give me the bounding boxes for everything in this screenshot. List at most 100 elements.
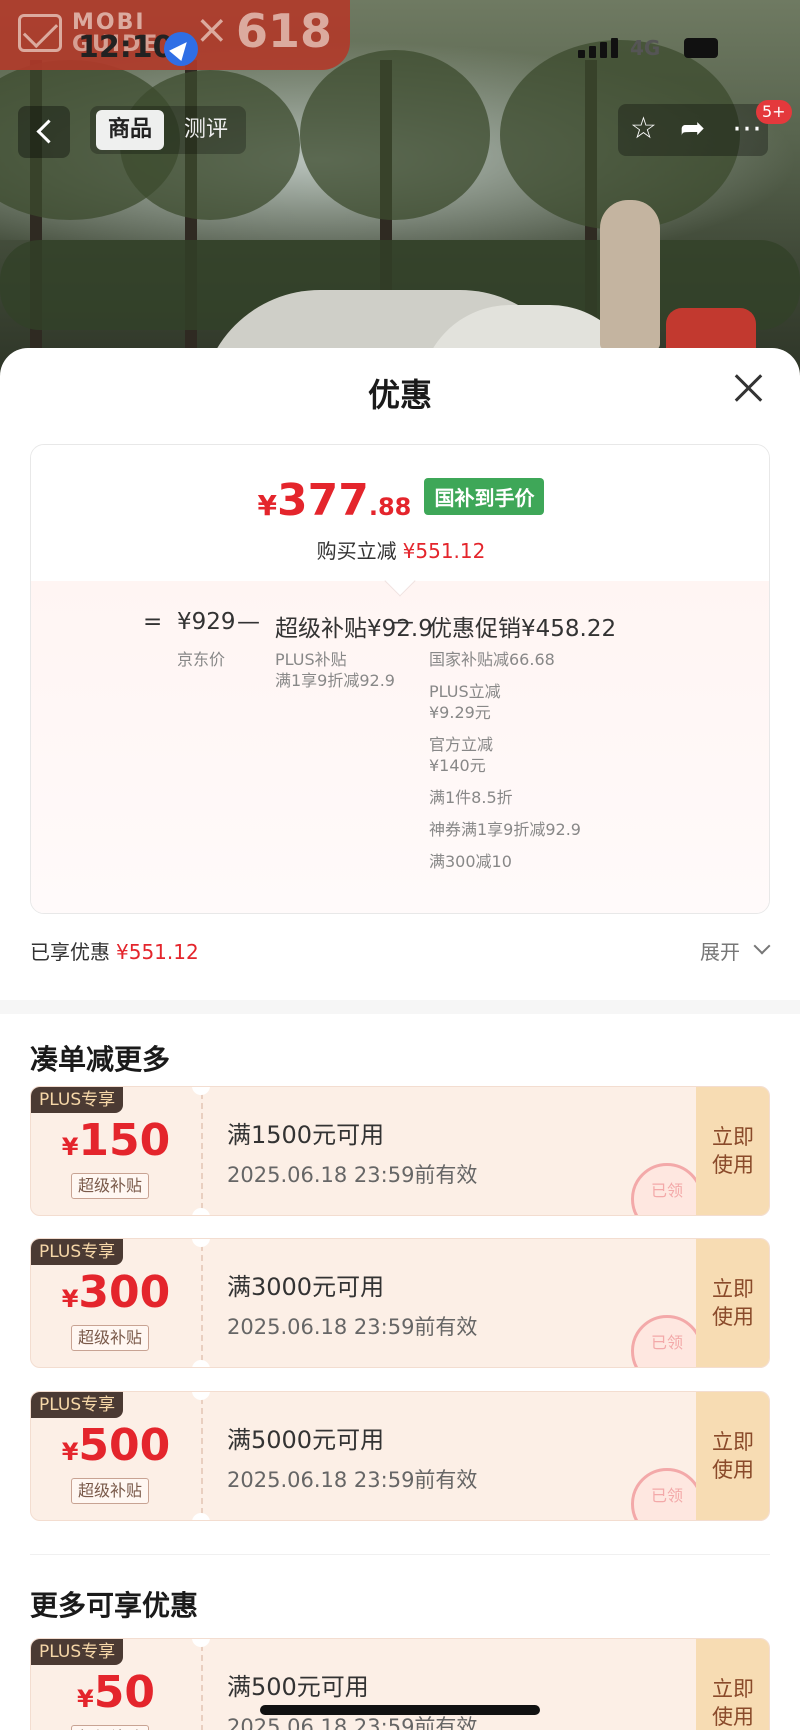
use-now-label: 立即 使用 (712, 1277, 754, 1329)
coupon-card: PLUS专享 ¥300 超级补贴 满3000元可用 2025.06.18 23:… (30, 1238, 770, 1368)
enjoyed-value: ¥551.12 (116, 940, 199, 964)
jd-price-label: 京东价 (177, 650, 226, 669)
coupon-validity: 2025.06.18 23:59前有效 (227, 1315, 478, 1339)
claimed-stamp: 已领 (631, 1468, 703, 1520)
promo-detail: 官方立减 (429, 735, 494, 754)
sheet-title: 优惠 (367, 376, 432, 414)
coupon-condition: 满1500元可用 (227, 1121, 385, 1149)
coupon-amount: ¥150 (61, 1115, 171, 1166)
back-button[interactable] (18, 106, 70, 158)
message-badge: 5+ (756, 100, 792, 124)
battery-icon (684, 38, 718, 58)
use-now-button[interactable]: 立即 使用 (696, 1087, 769, 1215)
super-subsidy-tag: 超级补贴 (71, 1325, 150, 1351)
expand-button[interactable]: 展开 (700, 936, 740, 965)
coupon-amount: ¥500 (61, 1420, 171, 1471)
promo-detail: 满1件8.5折 (429, 788, 513, 807)
super-subsidy-detail: 满1享9折减92.9 (275, 671, 395, 690)
person-figure (600, 200, 660, 350)
coupon-card: PLUS专享 ¥150 超级补贴 满1500元可用 2025.06.18 23:… (30, 1086, 770, 1216)
section-divider-line (30, 1554, 770, 1555)
watermark-618: 618 (236, 4, 333, 58)
coupon-dash-divider (201, 1093, 203, 1209)
coupon-notch (192, 1513, 210, 1520)
plus-exclusive-tag: PLUS专享 (31, 1392, 124, 1418)
combine-order-title: 凑单减更多 (30, 1043, 171, 1076)
coupon-value-area: PLUS专享 ¥150 超级补贴 (31, 1087, 201, 1215)
section-divider (0, 1000, 800, 1014)
mail-logo-icon (18, 14, 62, 52)
more-discounts-title: 更多可享优惠 (30, 1589, 199, 1622)
coupon-card: PLUS专享 ¥50 超级补贴 满500元可用 2025.06.18 23:59… (30, 1638, 770, 1730)
enjoyed-discount: 已享优惠 ¥551.12 (30, 936, 199, 965)
use-now-button[interactable]: 立即 使用 (696, 1392, 769, 1520)
coupon-value-area: PLUS专享 ¥500 超级补贴 (31, 1392, 201, 1520)
jd-price: ¥929 (177, 609, 236, 635)
use-now-label: 立即 使用 (712, 1430, 754, 1482)
coupon-notch (192, 1360, 210, 1367)
coupon-value-area: PLUS专享 ¥300 超级补贴 (31, 1239, 201, 1367)
network-type: 4G (630, 36, 661, 60)
coupon-condition: 满500元可用 (227, 1673, 369, 1701)
formula-equals: = (143, 609, 163, 635)
coupon-condition: 满5000元可用 (227, 1426, 385, 1454)
claimed-stamp: 已领 (631, 1315, 703, 1367)
chevron-down-icon[interactable] (753, 937, 771, 955)
super-subsidy-tag: 超级补贴 (71, 1478, 150, 1504)
coupon-card: PLUS专享 ¥500 超级补贴 满5000元可用 2025.06.18 23:… (30, 1391, 770, 1521)
price-currency: ¥ (257, 489, 277, 522)
plus-exclusive-tag: PLUS专享 (31, 1639, 124, 1665)
home-indicator[interactable] (260, 1705, 540, 1715)
reduce-row: 购买立减 ¥551.12 (31, 535, 769, 564)
use-now-button[interactable]: 立即 使用 (696, 1239, 769, 1367)
super-subsidy-tag: 超级补贴 (71, 1725, 150, 1730)
price-breakdown-card: ¥377.88 国补到手价 购买立减 ¥551.12 = ¥929 京东价 — 超… (30, 444, 770, 914)
use-now-label: 立即 使用 (712, 1677, 754, 1729)
status-time: 12:10 (78, 30, 174, 65)
price-decimal: .88 (368, 493, 412, 521)
tab-product[interactable]: 商品 (96, 110, 165, 150)
promo-detail: 神券满1享9折减92.9 (429, 820, 581, 839)
coupon-dash-divider (201, 1645, 203, 1730)
watermark-x: × (195, 7, 229, 53)
price-summary: ¥377.88 国补到手价 购买立减 ¥551.12 (31, 445, 769, 581)
share-arrow-icon[interactable]: ➦ (680, 112, 705, 146)
plus-exclusive-tag: PLUS专享 (31, 1087, 124, 1113)
formula-minus: — (391, 609, 414, 635)
formula-minus: — (237, 609, 260, 635)
coupon-value-area: PLUS专享 ¥50 超级补贴 (31, 1639, 201, 1730)
promo-amount: 优惠促销¥458.22 (429, 616, 617, 642)
price-integer: 377 (277, 475, 369, 526)
favorite-star-icon[interactable]: ☆ (630, 112, 657, 146)
use-now-label: 立即 使用 (712, 1125, 754, 1177)
enjoyed-label: 已享优惠 (30, 940, 110, 964)
promo-detail: PLUS立减 (429, 682, 501, 701)
coupon-validity: 2025.06.18 23:59前有效 (227, 1163, 478, 1187)
use-now-button[interactable]: 立即 使用 (696, 1639, 769, 1730)
plus-exclusive-tag: PLUS专享 (31, 1239, 124, 1265)
location-arrow-icon (164, 32, 198, 66)
coupon-amount: ¥50 (77, 1667, 155, 1718)
discount-sheet: 优惠 ¥377.88 国补到手价 购买立减 ¥551.12 = ¥929 京东价 … (0, 348, 800, 1730)
status-bar: MOBI GUIDE × 618 12:10 4G (0, 0, 800, 90)
close-icon[interactable] (730, 370, 766, 406)
subsidy-price-tag: 国补到手价 (424, 478, 545, 515)
reduce-label: 购买立减 (316, 539, 397, 563)
promo-detail: ¥9.29元 (429, 703, 491, 722)
coupon-validity: 2025.06.18 23:59前有效 (227, 1468, 478, 1492)
coupon-dash-divider (201, 1398, 203, 1514)
tab-review[interactable]: 测评 (172, 110, 240, 150)
promo-detail: 满300减10 (429, 852, 512, 871)
coupon-amount: ¥300 (61, 1267, 171, 1318)
claimed-stamp: 已领 (631, 1163, 703, 1215)
promo-detail: ¥140元 (429, 756, 486, 775)
product-tabs: 商品 测评 (90, 106, 247, 154)
promo-detail: 国家补贴减66.68 (429, 650, 555, 669)
super-subsidy-tag: 超级补贴 (71, 1173, 150, 1199)
final-price-row: ¥377.88 国补到手价 (31, 475, 769, 526)
reduce-value: ¥551.12 (402, 539, 486, 563)
super-subsidy-detail: PLUS补贴 (275, 650, 347, 669)
coupon-notch (192, 1208, 210, 1215)
signal-icon (578, 38, 620, 58)
coupon-dash-divider (201, 1245, 203, 1361)
